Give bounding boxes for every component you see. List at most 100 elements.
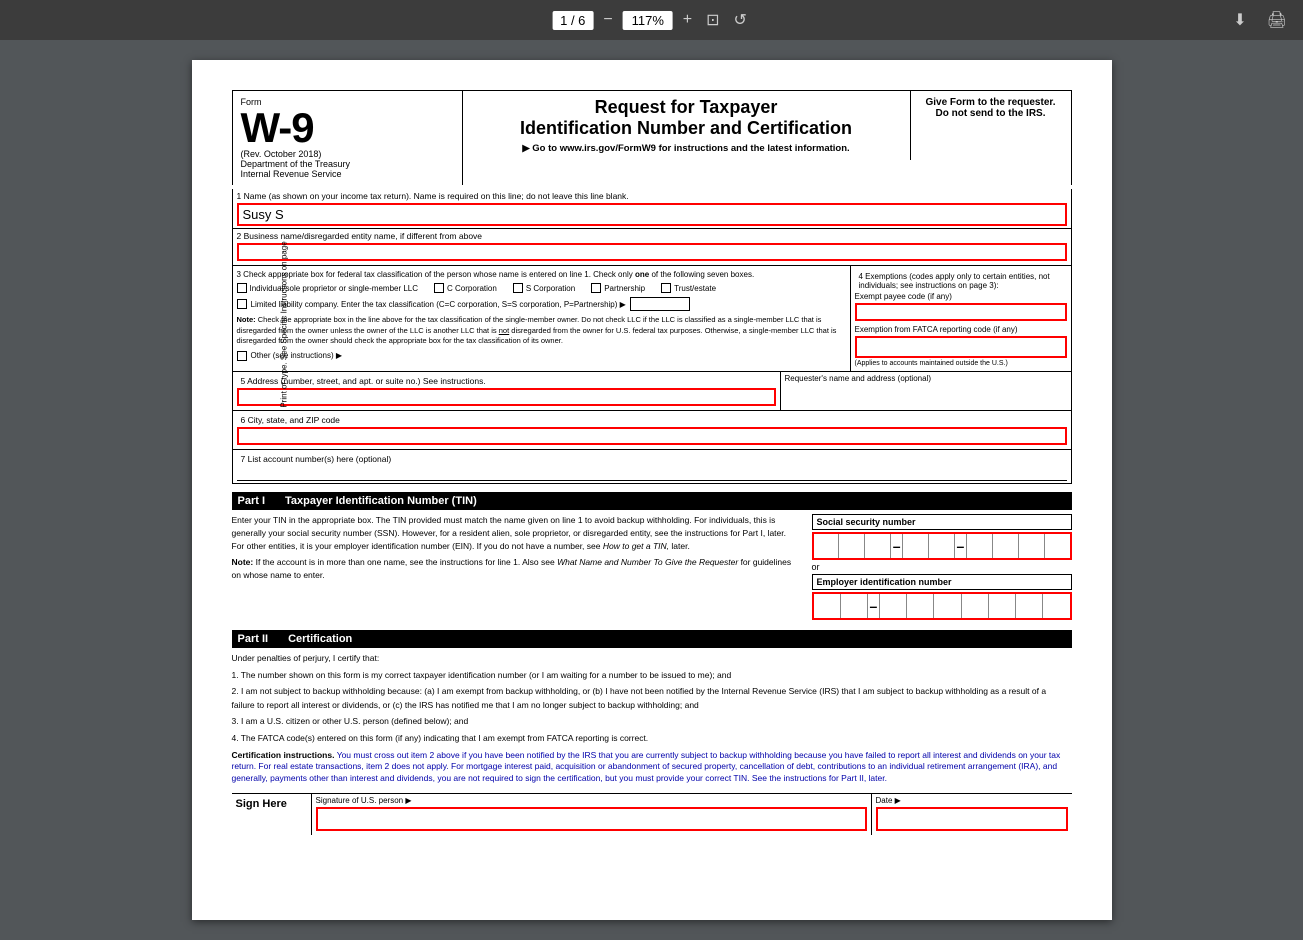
ssn-cell-4[interactable] bbox=[903, 534, 929, 558]
line2-input[interactable] bbox=[239, 245, 1065, 259]
exempt-payee-wrapper bbox=[855, 303, 1067, 321]
rotate-button[interactable]: ↺ bbox=[730, 8, 751, 32]
line5-input[interactable] bbox=[239, 392, 774, 405]
scorp-checkbox[interactable] bbox=[513, 283, 523, 293]
signature-input[interactable] bbox=[318, 810, 865, 828]
line5-label: 5 Address (number, street, and apt. or s… bbox=[237, 374, 776, 386]
or-text: or bbox=[812, 562, 1072, 572]
sign-here-label: Sign Here bbox=[232, 794, 312, 835]
ein-label-box: Employer identification number bbox=[812, 574, 1072, 590]
individual-checkbox[interactable] bbox=[237, 283, 247, 293]
ssn-cell-1[interactable] bbox=[814, 534, 840, 558]
other-checkbox[interactable] bbox=[237, 351, 247, 361]
line7-label: 7 List account number(s) here (optional) bbox=[237, 452, 1067, 464]
cert2: 2. I am not subject to backup withholdin… bbox=[232, 685, 1072, 712]
part1-note: Note: If the account is in more than one… bbox=[232, 556, 792, 582]
ein-cell-9[interactable] bbox=[1043, 594, 1069, 618]
ein-cell-4[interactable] bbox=[907, 594, 934, 618]
dept: Department of the Treasury bbox=[241, 159, 454, 169]
ssn-dash-1: – bbox=[891, 534, 903, 558]
ein-cell-7[interactable] bbox=[989, 594, 1016, 618]
llc-input[interactable] bbox=[630, 297, 690, 311]
ein-cell-8[interactable] bbox=[1016, 594, 1043, 618]
zoom-out-button[interactable]: − bbox=[599, 9, 616, 31]
ssn-input-row: – – bbox=[812, 532, 1072, 560]
date-label: Date ▶ bbox=[876, 796, 1068, 805]
trust-checkbox-item: Trust/estate bbox=[661, 283, 716, 293]
checkbox-row: Individual/sole proprietor or single-mem… bbox=[237, 283, 846, 293]
line3-label3: of the following seven boxes. bbox=[651, 270, 754, 279]
exempt-payee-input[interactable] bbox=[857, 305, 1065, 318]
ein-cell-3[interactable] bbox=[880, 594, 907, 618]
zoom-in-button[interactable]: + bbox=[679, 9, 696, 31]
line7-row: 7 List account number(s) here (optional) bbox=[233, 450, 1071, 483]
individual-label: Individual/sole proprietor or single-mem… bbox=[250, 284, 419, 293]
trust-checkbox[interactable] bbox=[661, 283, 671, 293]
line1-label: 1 Name (as shown on your income tax retu… bbox=[233, 189, 1071, 201]
print-button[interactable]: 🖨 bbox=[1263, 8, 1291, 32]
line5-input-wrapper bbox=[237, 388, 776, 406]
ssn-cell-9[interactable] bbox=[1045, 534, 1070, 558]
line7-input[interactable] bbox=[237, 465, 1067, 481]
form-instructions: ▶ Go to www.irs.gov/FormW9 for instructi… bbox=[471, 143, 902, 154]
page-indicator: 1 / 6 bbox=[552, 11, 593, 30]
form-header: Form W-9 (Rev. October 2018) Department … bbox=[232, 90, 1072, 185]
download-button[interactable]: ⬇ bbox=[1229, 8, 1250, 32]
ccorp-checkbox-item: C Corporation bbox=[434, 283, 497, 293]
exempt-payee-label: Exempt payee code (if any) bbox=[855, 292, 1067, 301]
ccorp-label: C Corporation bbox=[447, 284, 497, 293]
line5-row: 5 Address (number, street, and apt. or s… bbox=[233, 372, 1071, 411]
ein-cell-6[interactable] bbox=[962, 594, 989, 618]
scorp-label: S Corporation bbox=[526, 284, 575, 293]
part1-text: Enter your TIN in the appropriate box. T… bbox=[232, 514, 792, 552]
requester-label: Requester's name and address (optional) bbox=[785, 374, 1067, 383]
part1-title: Taxpayer Identification Number (TIN) bbox=[285, 495, 477, 507]
current-page: 1 bbox=[560, 13, 567, 28]
ssn-cell-5[interactable] bbox=[929, 534, 955, 558]
ssn-cell-2[interactable] bbox=[839, 534, 865, 558]
fatca-input[interactable] bbox=[857, 338, 1065, 356]
individual-checkbox-item: Individual/sole proprietor or single-mem… bbox=[237, 283, 419, 293]
line6-input[interactable] bbox=[239, 431, 1065, 445]
ssn-cell-8[interactable] bbox=[1019, 534, 1045, 558]
line3-label: 3 Check appropriate box for federal tax … bbox=[237, 270, 846, 279]
ssn-cell-6[interactable] bbox=[967, 534, 993, 558]
zoom-level: 117% bbox=[623, 11, 673, 30]
part1-note-label: Note: bbox=[232, 557, 254, 567]
rev-date: (Rev. October 2018) bbox=[241, 149, 454, 159]
line6-input-wrapper bbox=[237, 427, 1067, 445]
ein-cell-2[interactable] bbox=[841, 594, 868, 618]
line1-input[interactable] bbox=[237, 203, 1067, 226]
line2-label: 2 Business name/disregarded entity name,… bbox=[233, 229, 1071, 241]
other-row: Other (see instructions) ▶ bbox=[237, 351, 846, 361]
partnership-label: Partnership bbox=[604, 284, 645, 293]
ssn-dash-2: – bbox=[955, 534, 967, 558]
tax-class-right: 4 Exemptions (codes apply only to certai… bbox=[851, 266, 1071, 371]
tax-class-area: 3 Check appropriate box for federal tax … bbox=[233, 266, 1071, 372]
ein-cell-5[interactable] bbox=[934, 594, 961, 618]
ssn-cell-3[interactable] bbox=[865, 534, 891, 558]
line6-label: 6 City, state, and ZIP code bbox=[237, 413, 1067, 425]
sign-row: Sign Here Signature of U.S. person ▶ Dat… bbox=[232, 793, 1072, 835]
ssn-label-box: Social security number bbox=[812, 514, 1072, 530]
partnership-checkbox[interactable] bbox=[591, 283, 601, 293]
part1-left: Enter your TIN in the appropriate box. T… bbox=[232, 514, 812, 622]
ein-dash: – bbox=[868, 594, 880, 618]
fit-page-button[interactable]: ⊡ bbox=[702, 8, 723, 32]
irs: Internal Revenue Service bbox=[241, 169, 454, 179]
ein-cell-1[interactable] bbox=[814, 594, 841, 618]
part2-title: Certification bbox=[288, 633, 352, 645]
instructions-text: ▶ Go to www.irs.gov/FormW9 for instructi… bbox=[522, 143, 849, 154]
part1-note-text: If the account is in more than one name,… bbox=[256, 557, 555, 567]
part1-what-name: What Name and Number To Give the Request… bbox=[557, 557, 738, 567]
llc-checkbox[interactable] bbox=[237, 299, 247, 309]
main-area: Print or type. See Specific Instructions… bbox=[0, 40, 1303, 940]
requester-box: Requester's name and address (optional) bbox=[781, 372, 1071, 410]
ssn-cell-7[interactable] bbox=[993, 534, 1019, 558]
ccorp-checkbox[interactable] bbox=[434, 283, 444, 293]
part1-how-to-get: How to get a TIN, bbox=[603, 541, 669, 551]
llc-label: Limited liability company. Enter the tax… bbox=[251, 300, 626, 309]
date-input[interactable] bbox=[878, 809, 1066, 829]
toolbar: 1 / 6 − 117% + ⊡ ↺ ⬇ 🖨 bbox=[0, 0, 1303, 40]
part2-label: Part II bbox=[238, 633, 269, 645]
